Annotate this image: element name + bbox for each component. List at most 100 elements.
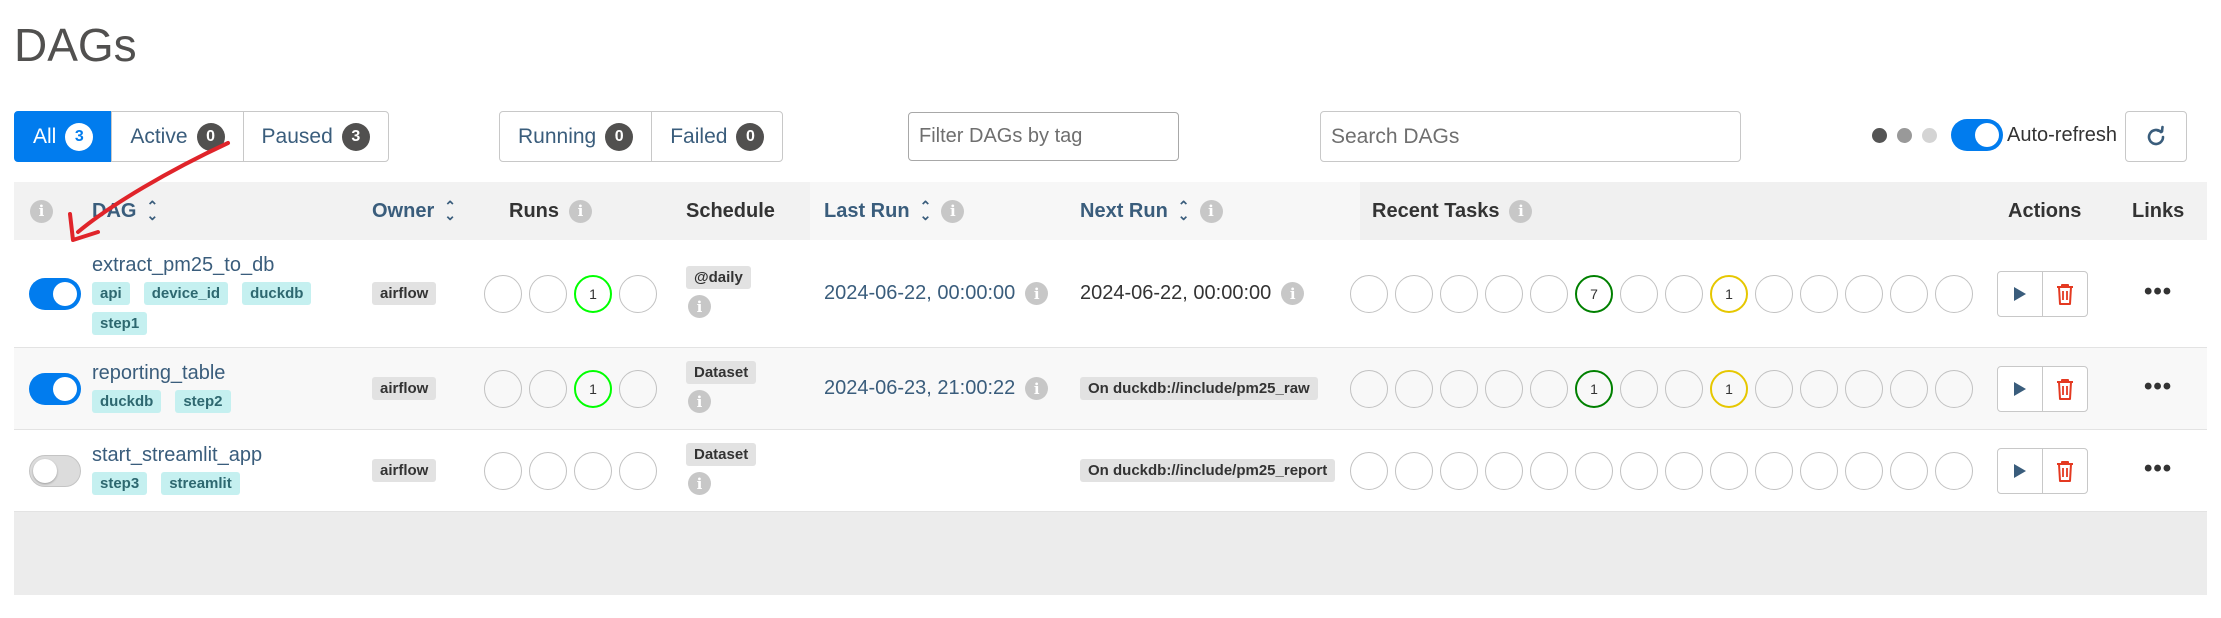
dag-tag[interactable]: step1	[92, 312, 148, 335]
task-state-circle[interactable]	[1395, 275, 1433, 313]
tab-failed[interactable]: Failed 0	[651, 111, 784, 162]
task-state-circle[interactable]	[1665, 452, 1703, 490]
task-state-circle[interactable]	[1485, 275, 1523, 313]
schedule-chip[interactable]: Dataset	[686, 361, 757, 384]
task-state-circle[interactable]	[1755, 370, 1793, 408]
task-state-circle[interactable]	[1440, 370, 1478, 408]
dag-tag[interactable]: step3	[92, 472, 148, 495]
dag-pause-toggle[interactable]	[29, 278, 81, 310]
info-icon[interactable]: i	[569, 199, 592, 223]
task-state-circle[interactable]	[1890, 275, 1928, 313]
task-state-circle[interactable]	[1890, 370, 1928, 408]
tab-paused[interactable]: Paused 3	[242, 111, 389, 162]
task-state-circle[interactable]	[1530, 370, 1568, 408]
task-state-circle[interactable]	[1755, 452, 1793, 490]
dag-tag[interactable]: step2	[175, 390, 231, 413]
run-state-circle[interactable]	[529, 370, 567, 408]
run-state-circle[interactable]	[619, 452, 657, 490]
task-state-circle[interactable]	[1935, 275, 1973, 313]
delete-dag-button[interactable]	[2042, 271, 2088, 317]
owner-link[interactable]: airflow	[372, 282, 437, 305]
info-icon[interactable]: i	[941, 199, 965, 223]
more-icon[interactable]: •••	[2144, 455, 2172, 482]
task-state-circle[interactable]	[1530, 452, 1568, 490]
task-state-circle[interactable]: 1	[1710, 275, 1748, 313]
task-state-circle[interactable]	[1350, 275, 1388, 313]
task-state-circle[interactable]	[1845, 275, 1883, 313]
auto-refresh-toggle[interactable]	[1951, 119, 2003, 151]
task-state-circle[interactable]	[1485, 452, 1523, 490]
run-state-circle[interactable]	[574, 452, 612, 490]
trigger-dag-button[interactable]	[1997, 271, 2043, 317]
dag-tag[interactable]: streamlit	[161, 472, 240, 495]
task-state-circle[interactable]	[1890, 452, 1928, 490]
more-icon[interactable]: •••	[2144, 373, 2172, 400]
dag-pause-toggle[interactable]	[29, 373, 81, 405]
task-state-circle[interactable]	[1620, 452, 1658, 490]
info-icon[interactable]: i	[1025, 282, 1049, 305]
info-icon[interactable]: i	[30, 199, 53, 223]
task-state-circle[interactable]	[1620, 275, 1658, 313]
info-icon[interactable]: i	[688, 295, 711, 318]
run-state-circle[interactable]	[619, 370, 657, 408]
last-run-link[interactable]: 2024-06-22, 00:00:00	[824, 282, 1015, 305]
tag-filter-input[interactable]	[908, 112, 1179, 161]
task-state-circle[interactable]: 1	[1575, 370, 1613, 408]
task-state-circle[interactable]	[1485, 370, 1523, 408]
trigger-dag-button[interactable]	[1997, 366, 2043, 412]
last-run-link[interactable]: 2024-06-23, 21:00:22	[824, 377, 1015, 400]
dag-tag[interactable]: duckdb	[92, 390, 162, 413]
schedule-chip[interactable]: Dataset	[686, 443, 757, 466]
dag-id-link[interactable]: reporting_table	[92, 362, 342, 385]
refresh-button[interactable]	[2125, 111, 2187, 162]
delete-dag-button[interactable]	[2042, 366, 2088, 412]
info-icon[interactable]: i	[1281, 282, 1305, 305]
task-state-circle[interactable]	[1755, 275, 1793, 313]
header-next-run[interactable]: Next Run ⌃ ⌄ i	[1080, 182, 1223, 240]
task-state-circle[interactable]	[1395, 452, 1433, 490]
owner-link[interactable]: airflow	[372, 377, 437, 400]
task-state-circle[interactable]	[1935, 370, 1973, 408]
task-state-circle[interactable]	[1800, 452, 1838, 490]
tab-running[interactable]: Running 0	[499, 111, 653, 162]
next-run-dataset[interactable]: On duckdb://include/pm25_report	[1080, 459, 1336, 482]
tab-active[interactable]: Active 0	[111, 111, 244, 162]
task-state-circle[interactable]	[1350, 452, 1388, 490]
task-state-circle[interactable]	[1350, 370, 1388, 408]
task-state-circle[interactable]	[1665, 275, 1703, 313]
schedule-chip[interactable]: @daily	[686, 266, 751, 289]
run-state-circle[interactable]	[484, 370, 522, 408]
task-state-circle[interactable]	[1575, 452, 1613, 490]
task-state-circle[interactable]	[1845, 452, 1883, 490]
task-state-circle[interactable]: 7	[1575, 275, 1613, 313]
dag-tag[interactable]: device_id	[143, 282, 229, 305]
delete-dag-button[interactable]	[2042, 448, 2088, 494]
task-state-circle[interactable]	[1710, 452, 1748, 490]
owner-link[interactable]: airflow	[372, 459, 437, 482]
next-run-dataset[interactable]: On duckdb://include/pm25_raw	[1080, 377, 1318, 400]
task-state-circle[interactable]	[1530, 275, 1568, 313]
task-state-circle[interactable]	[1845, 370, 1883, 408]
task-state-circle[interactable]	[1440, 275, 1478, 313]
task-state-circle[interactable]	[1440, 452, 1478, 490]
info-icon[interactable]: i	[1025, 377, 1049, 400]
run-state-circle[interactable]: 1	[574, 275, 612, 313]
run-state-circle[interactable]	[484, 275, 522, 313]
info-icon[interactable]: i	[1199, 199, 1223, 223]
info-icon[interactable]: i	[688, 472, 711, 495]
header-dag[interactable]: DAG ⌃ ⌄	[92, 182, 158, 240]
task-state-circle[interactable]	[1620, 370, 1658, 408]
task-state-circle[interactable]	[1935, 452, 1973, 490]
info-icon[interactable]: i	[1509, 199, 1533, 223]
trigger-dag-button[interactable]	[1997, 448, 2043, 494]
header-owner[interactable]: Owner ⌃ ⌄	[372, 182, 456, 240]
task-state-circle[interactable]	[1800, 275, 1838, 313]
run-state-circle[interactable]	[619, 275, 657, 313]
info-icon[interactable]: i	[688, 390, 711, 413]
dag-id-link[interactable]: start_streamlit_app	[92, 444, 342, 467]
tab-all[interactable]: All 3	[14, 111, 113, 162]
dag-tag[interactable]: api	[92, 282, 130, 305]
task-state-circle[interactable]	[1800, 370, 1838, 408]
task-state-circle[interactable]: 1	[1710, 370, 1748, 408]
more-icon[interactable]: •••	[2144, 278, 2172, 305]
